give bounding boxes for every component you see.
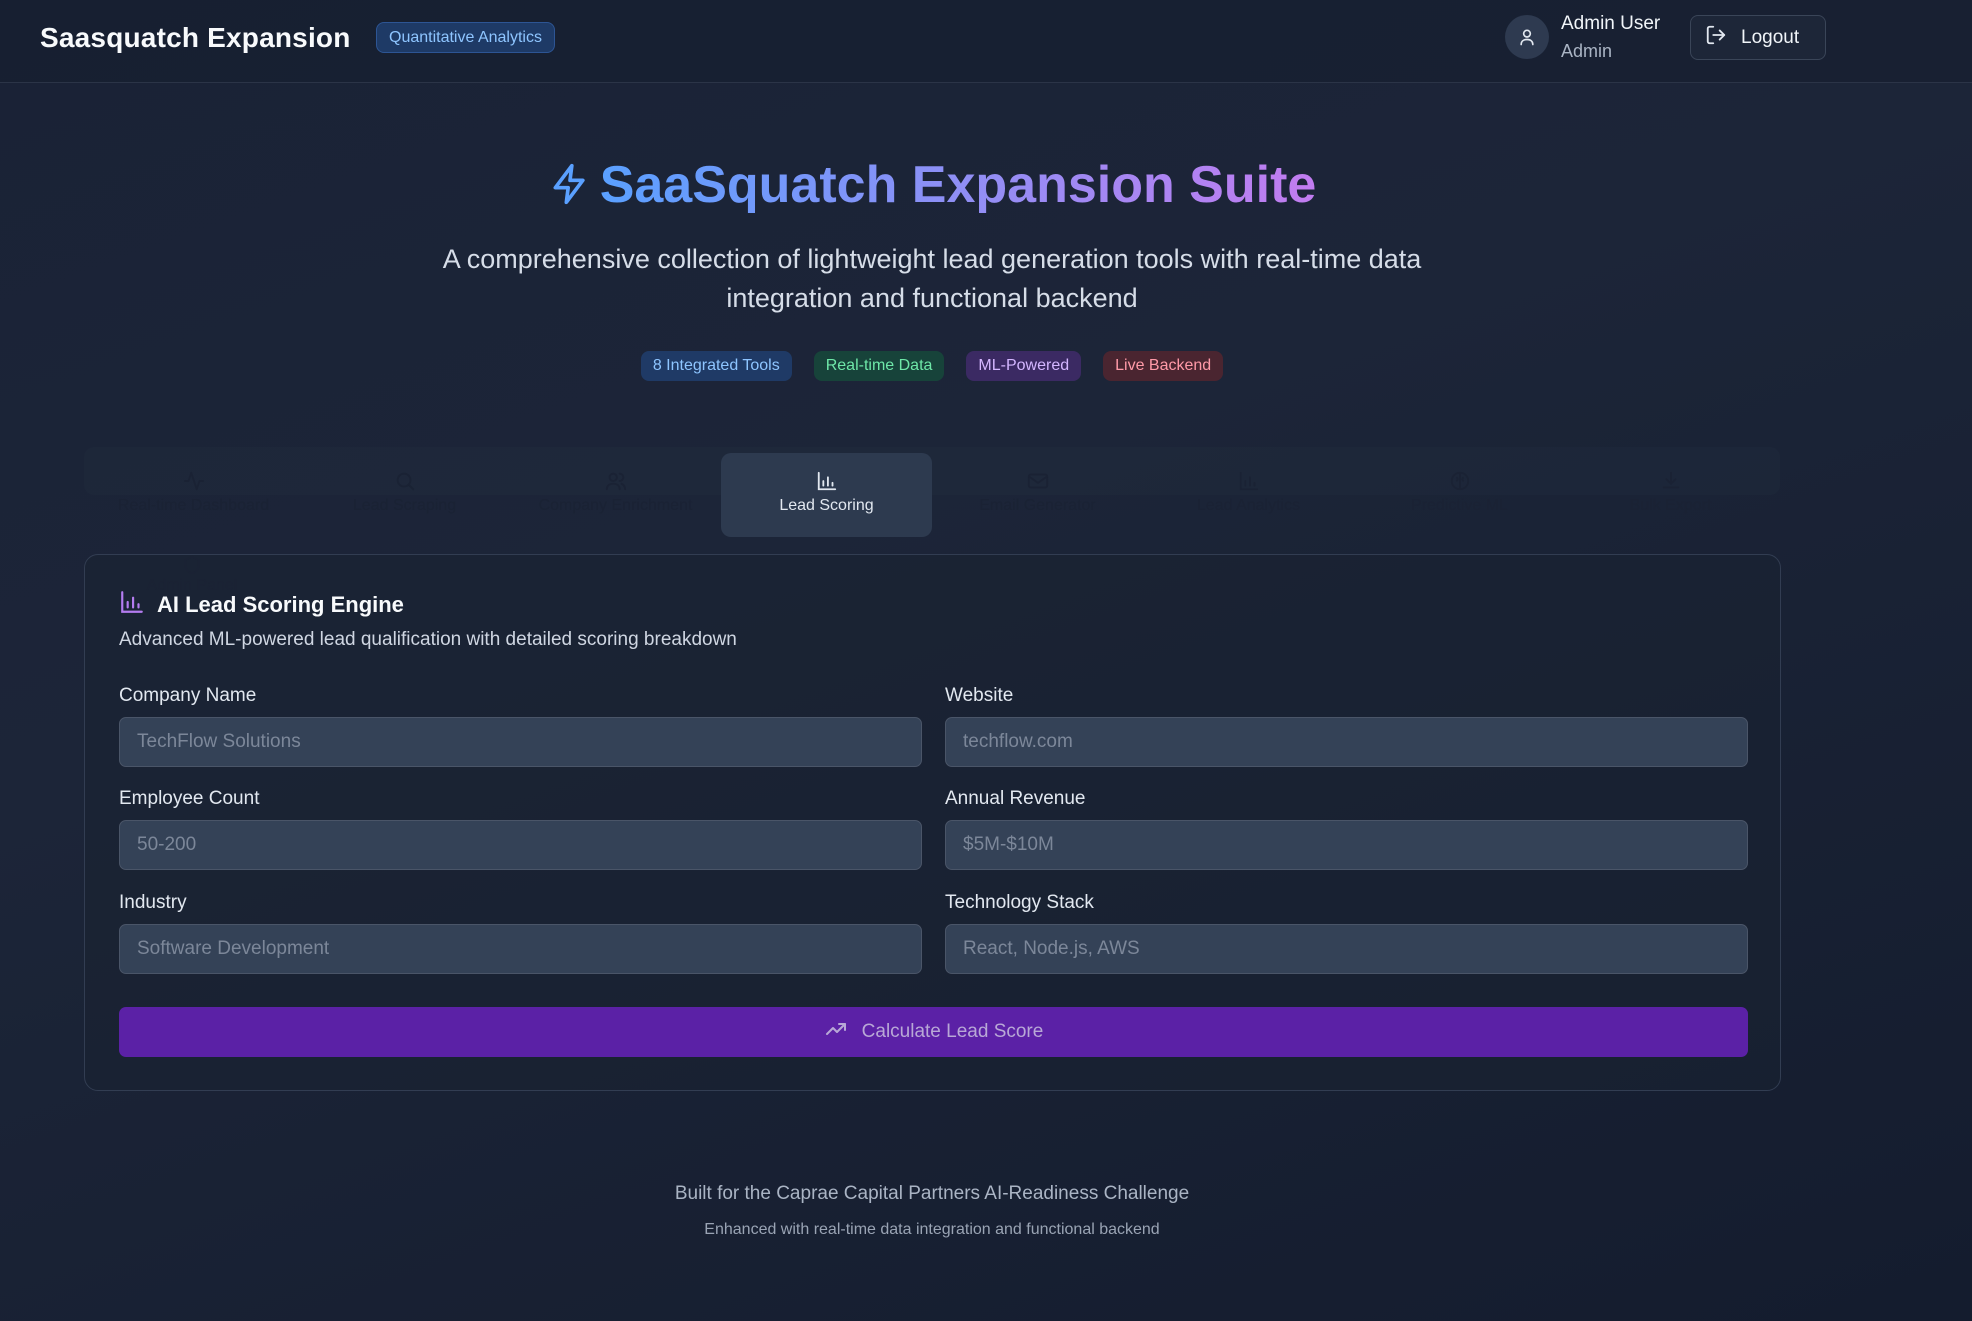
logout-label: Logout (1741, 26, 1800, 48)
feature-chips: 8 Integrated Tools Real-time Data ML-Pow… (0, 351, 1864, 381)
brand-badge: Quantitative Analytics (376, 22, 555, 53)
company-name-label: Company Name (119, 685, 257, 706)
hero-title-text: SaaSquatch Expansion Suite (599, 156, 1317, 214)
users-icon (605, 469, 627, 493)
chip-integrated-tools: 8 Integrated Tools (640, 351, 792, 381)
industry-input[interactable] (119, 924, 922, 974)
tab-label: Email Generator (979, 497, 1096, 514)
user-name: Admin User (1561, 13, 1661, 34)
employee-count-input[interactable] (119, 820, 922, 870)
annual-revenue-input[interactable] (945, 820, 1748, 870)
shield-icon (142, 555, 242, 577)
lightning-icon (548, 160, 592, 221)
brain-icon (1449, 469, 1471, 493)
tab-label: Bulk Export (1629, 497, 1712, 514)
tab-label: Lead Analytics (1196, 497, 1301, 514)
bar-chart-icon (816, 469, 838, 493)
logout-button[interactable]: Logout (1690, 15, 1826, 60)
tab-label: Real-time Dashboard (117, 497, 270, 514)
footer-line-2: Enhanced with real-time data integration… (704, 1221, 1160, 1238)
download-icon (1660, 469, 1682, 493)
activity-icon (183, 469, 205, 493)
lead-scoring-card: AI Lead Scoring Engine Advanced ML-power… (84, 554, 1781, 1091)
tab-admin-panel[interactable]: Admin Panel (142, 555, 242, 601)
brand-name: Saasquatch Expansion (40, 22, 351, 53)
tab-lead-scoring[interactable]: Lead Scoring (721, 453, 932, 537)
chip-live-backend: Live Backend (1103, 351, 1224, 381)
footer-line-1: Built for the Caprae Capital Partners AI… (674, 1183, 1190, 1204)
tab-bulk-export[interactable]: Bulk Export (1565, 453, 1776, 537)
tab-company-enrichment[interactable]: Company Enrichment (510, 453, 721, 537)
employee-count-label: Employee Count (119, 788, 260, 809)
user-role: Admin (1561, 41, 1613, 61)
technology-stack-input[interactable] (945, 924, 1748, 974)
industry-label: Industry (119, 892, 187, 913)
company-name-input[interactable] (119, 717, 922, 767)
tab-label: Admin Panel (146, 577, 238, 594)
tab-lead-scraping[interactable]: Lead Scraping (299, 453, 510, 537)
website-label: Website (945, 685, 1014, 706)
tab-real-time-dashboard[interactable]: Real-time Dashboard (88, 453, 299, 537)
hero-title: SaaSquatch Expansion Suite (0, 155, 1864, 221)
tab-label: Predictive ML (1411, 497, 1508, 514)
calculate-button-label: Calculate Lead Score (861, 1021, 1044, 1042)
trending-up-icon (824, 1017, 848, 1047)
user-icon (1505, 15, 1549, 59)
bar-chart-icon (1238, 469, 1260, 493)
chip-real-time-data: Real-time Data (813, 351, 945, 381)
technology-stack-label: Technology Stack (945, 892, 1094, 913)
chip-ml-powered: ML-Powered (966, 351, 1082, 381)
tab-label: Lead Scoring (779, 497, 874, 514)
search-icon (394, 469, 416, 493)
tab-label: Lead Scraping (352, 497, 457, 514)
mail-icon (1027, 469, 1049, 493)
tab-lead-analytics[interactable]: Lead Analytics (1143, 453, 1354, 537)
calculate-lead-score-button[interactable]: Calculate Lead Score (119, 1007, 1748, 1057)
website-input[interactable] (945, 717, 1748, 767)
logout-icon (1705, 24, 1727, 52)
card-subtitle: Advanced ML-powered lead qualification w… (119, 629, 737, 650)
tab-label: Company Enrichment (538, 497, 693, 514)
tab-email-generator[interactable]: Email Generator (932, 453, 1143, 537)
hero-subtitle: A comprehensive collection of lightweigh… (442, 244, 1422, 313)
annual-revenue-label: Annual Revenue (945, 788, 1086, 809)
top-navbar: Saasquatch Expansion Quantitative Analyt… (0, 0, 1972, 83)
tab-predictive-ml[interactable]: Predictive ML (1354, 453, 1565, 537)
